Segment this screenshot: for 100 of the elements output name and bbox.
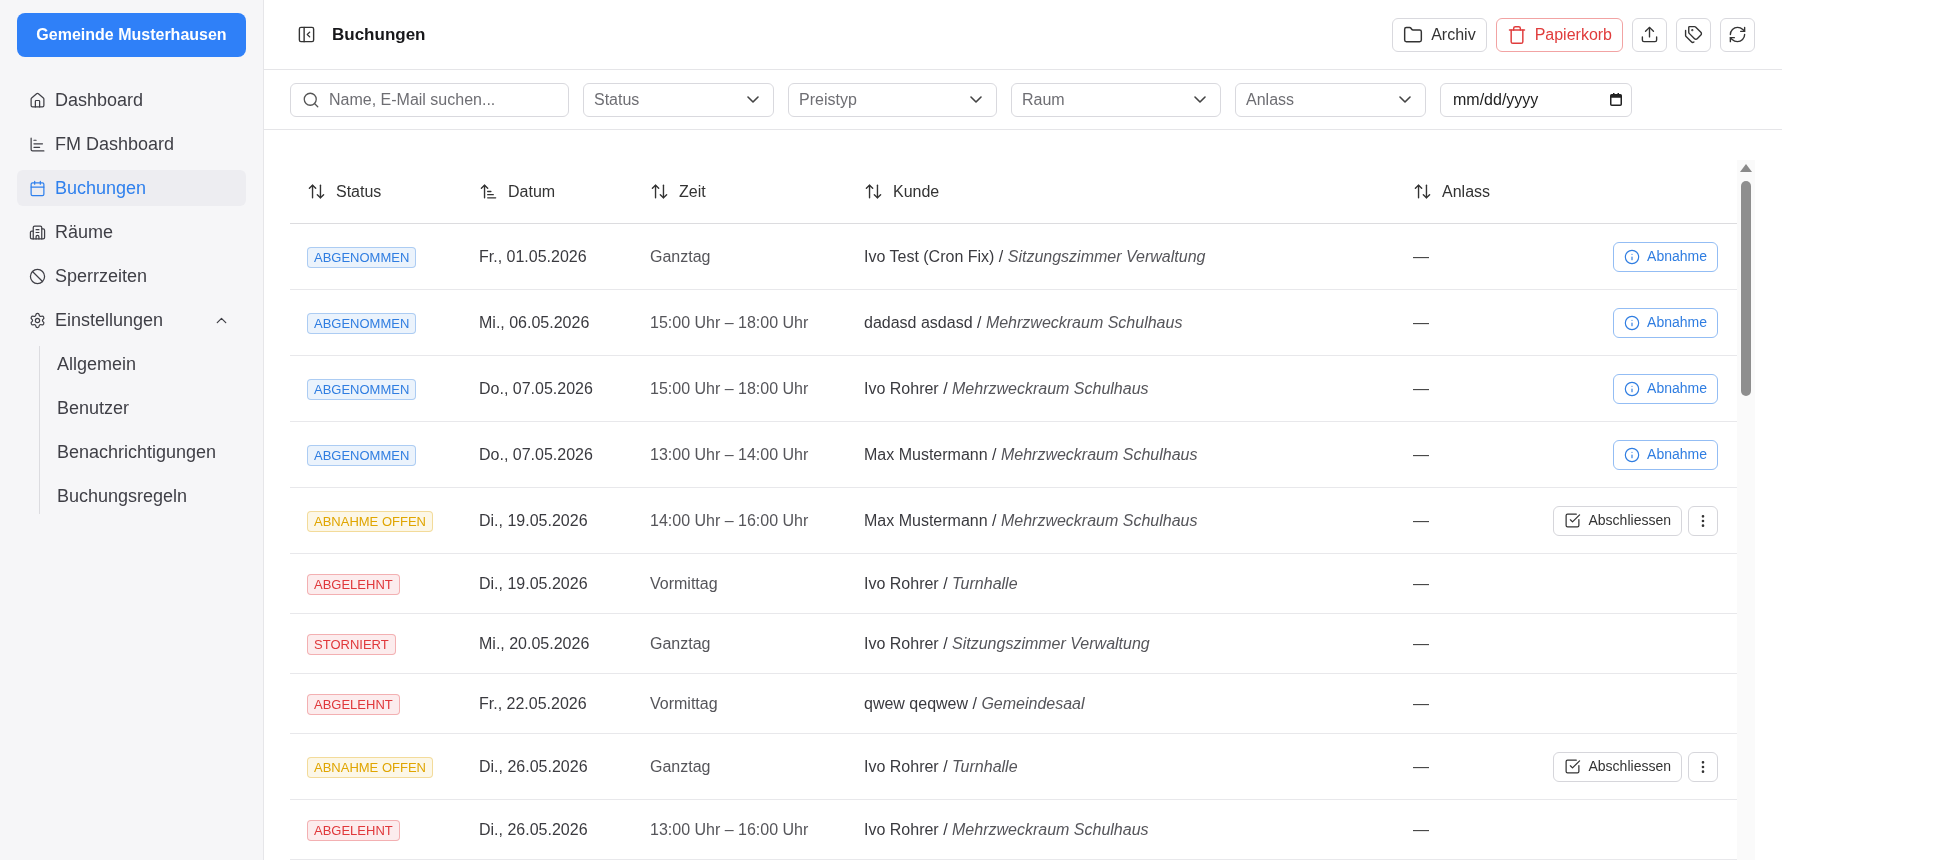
chevron-down-icon bbox=[1194, 96, 1206, 103]
date-cell: Fr., 22.05.2026 bbox=[479, 694, 587, 712]
date-cell: Di., 19.05.2026 bbox=[479, 574, 588, 592]
date-cell: Di., 26.05.2026 bbox=[479, 757, 588, 775]
search-icon bbox=[302, 90, 320, 109]
tags-icon bbox=[1684, 25, 1703, 44]
column-header[interactable]: Kunde bbox=[864, 179, 940, 204]
sidebar-item[interactable]: Einstellungen bbox=[17, 302, 246, 338]
scrollbar-thumb[interactable] bbox=[1741, 181, 1751, 396]
upload-icon bbox=[1640, 25, 1659, 44]
customer-cell: Ivo Test (Cron Fix) / Sitzungszimmer Verwaltung bbox=[864, 247, 1206, 265]
page-title: Buchungen bbox=[332, 23, 426, 46]
upload-button[interactable] bbox=[1632, 17, 1667, 52]
occasion-cell: — bbox=[1413, 574, 1429, 592]
time-cell: Vormittag bbox=[650, 574, 718, 592]
status-badge: ABGENOMMEN bbox=[307, 378, 417, 400]
occasion-cell: — bbox=[1413, 820, 1429, 838]
time-cell: 14:00 Uhr – 16:00 Uhr bbox=[650, 511, 809, 529]
date-cell: Di., 26.05.2026 bbox=[479, 820, 588, 838]
refresh-icon bbox=[1728, 25, 1747, 44]
time-cell: 13:00 Uhr – 14:00 Uhr bbox=[650, 445, 809, 463]
status-badge: ABGENOMMEN bbox=[307, 444, 417, 466]
check-square-icon bbox=[1563, 758, 1581, 775]
time-cell: Ganztag bbox=[650, 634, 711, 652]
date-cell: Mi., 20.05.2026 bbox=[479, 634, 590, 652]
sidebar-subitem[interactable]: Buchungsregeln bbox=[40, 478, 246, 514]
acceptance-button[interactable]: Abnahme bbox=[1613, 373, 1718, 404]
date-cell: Mi., 06.05.2026 bbox=[479, 313, 590, 331]
status-badge: ABNAHME OFFEN bbox=[307, 510, 433, 532]
customer-cell: Max Mustermann / Mehrzweckraum Schulhaus bbox=[864, 511, 1198, 529]
info-icon bbox=[1624, 446, 1641, 463]
sidebar-item[interactable]: Räume bbox=[17, 214, 246, 250]
archive-button[interactable]: Archiv bbox=[1392, 17, 1487, 52]
chevron-down-icon bbox=[1399, 96, 1411, 103]
sidebar-subitem[interactable]: Benutzer bbox=[40, 390, 246, 426]
filter-dropdown[interactable]: Preistyp bbox=[788, 82, 997, 117]
occasion-cell: — bbox=[1413, 757, 1429, 775]
acceptance-button[interactable]: Abnahme bbox=[1613, 241, 1718, 272]
occasion-cell: — bbox=[1413, 247, 1429, 265]
date-cell: Di., 19.05.2026 bbox=[479, 511, 588, 529]
sidebar-item[interactable]: FM Dashboard bbox=[17, 126, 246, 162]
complete-button[interactable]: Abschliessen bbox=[1552, 505, 1682, 536]
customer-cell: Ivo Rohrer / Turnhalle bbox=[864, 757, 1018, 775]
sidebar-item[interactable]: Sperrzeiten bbox=[17, 258, 246, 294]
date-cell: Do., 07.05.2026 bbox=[479, 379, 593, 397]
time-cell: Ganztag bbox=[650, 757, 711, 775]
status-badge: ABGELEHNT bbox=[307, 819, 400, 841]
status-badge: ABGENOMMEN bbox=[307, 312, 417, 334]
filter-dropdown[interactable]: Anlass bbox=[1235, 82, 1426, 117]
folder-icon bbox=[1403, 24, 1424, 45]
complete-button[interactable]: Abschliessen bbox=[1552, 751, 1682, 782]
customer-cell: Ivo Rohrer / Mehrzweckraum Schulhaus bbox=[864, 379, 1149, 397]
calendar-icon[interactable] bbox=[1610, 92, 1622, 106]
search-field[interactable]: Name, E-Mail suchen... bbox=[290, 82, 569, 117]
column-header[interactable]: Status bbox=[307, 179, 382, 204]
occasion-cell: — bbox=[1413, 511, 1429, 529]
info-icon bbox=[1624, 248, 1641, 265]
check-square-icon bbox=[1563, 512, 1581, 529]
tags-button[interactable] bbox=[1676, 17, 1711, 52]
panel-collapse-icon bbox=[296, 25, 316, 44]
column-header[interactable]: Anlass bbox=[1413, 179, 1491, 204]
chevron-down-icon bbox=[970, 96, 982, 103]
info-icon bbox=[1624, 380, 1641, 397]
refresh-button[interactable] bbox=[1720, 17, 1755, 52]
customer-cell: Max Mustermann / Mehrzweckraum Schulhaus bbox=[864, 445, 1198, 463]
customer-cell: Ivo Rohrer / Mehrzweckraum Schulhaus bbox=[864, 820, 1149, 838]
sidebar-subitem[interactable]: Allgemein bbox=[40, 346, 246, 382]
trash-button[interactable]: Papierkorb bbox=[1495, 17, 1623, 52]
sidebar-subitem[interactable]: Benachrichtigungen bbox=[40, 434, 246, 470]
column-header[interactable]: Datum bbox=[479, 179, 556, 204]
status-badge: ABGELEHNT bbox=[307, 573, 400, 595]
time-cell: Vormittag bbox=[650, 694, 718, 712]
occasion-cell: — bbox=[1413, 445, 1429, 463]
occasion-cell: — bbox=[1413, 634, 1429, 652]
info-icon bbox=[1624, 314, 1641, 331]
occasion-cell: — bbox=[1413, 694, 1429, 712]
customer-cell: qwew qeqwew / Gemeindesaal bbox=[864, 694, 1085, 712]
time-cell: 13:00 Uhr – 16:00 Uhr bbox=[650, 820, 809, 838]
brand-button[interactable]: Gemeinde Musterhausen bbox=[17, 13, 246, 57]
scroll-up-icon[interactable] bbox=[1740, 164, 1752, 172]
acceptance-button[interactable]: Abnahme bbox=[1613, 307, 1718, 338]
column-header[interactable]: Zeit bbox=[650, 179, 706, 204]
sidebar-item[interactable]: Dashboard bbox=[17, 82, 246, 118]
calendar-icon bbox=[29, 179, 46, 197]
time-cell: 15:00 Uhr – 18:00 Uhr bbox=[650, 313, 809, 331]
occasion-cell: — bbox=[1413, 313, 1429, 331]
filter-dropdown[interactable]: Raum bbox=[1011, 82, 1221, 117]
status-badge: STORNIERT bbox=[307, 633, 396, 655]
home-icon bbox=[29, 91, 46, 109]
prohibited-icon bbox=[29, 267, 46, 285]
date-cell: Do., 07.05.2026 bbox=[479, 445, 593, 463]
bar-chart-icon bbox=[29, 135, 46, 153]
building-icon bbox=[29, 223, 46, 241]
status-badge: ABGENOMMEN bbox=[307, 246, 417, 268]
acceptance-button[interactable]: Abnahme bbox=[1613, 439, 1718, 470]
occasion-cell: — bbox=[1413, 379, 1429, 397]
filter-dropdown[interactable]: Status bbox=[583, 82, 774, 117]
settings-icon bbox=[29, 311, 46, 329]
status-badge: ABGELEHNT bbox=[307, 693, 400, 715]
date-field[interactable]: mm/dd/yyyy bbox=[1440, 82, 1632, 117]
